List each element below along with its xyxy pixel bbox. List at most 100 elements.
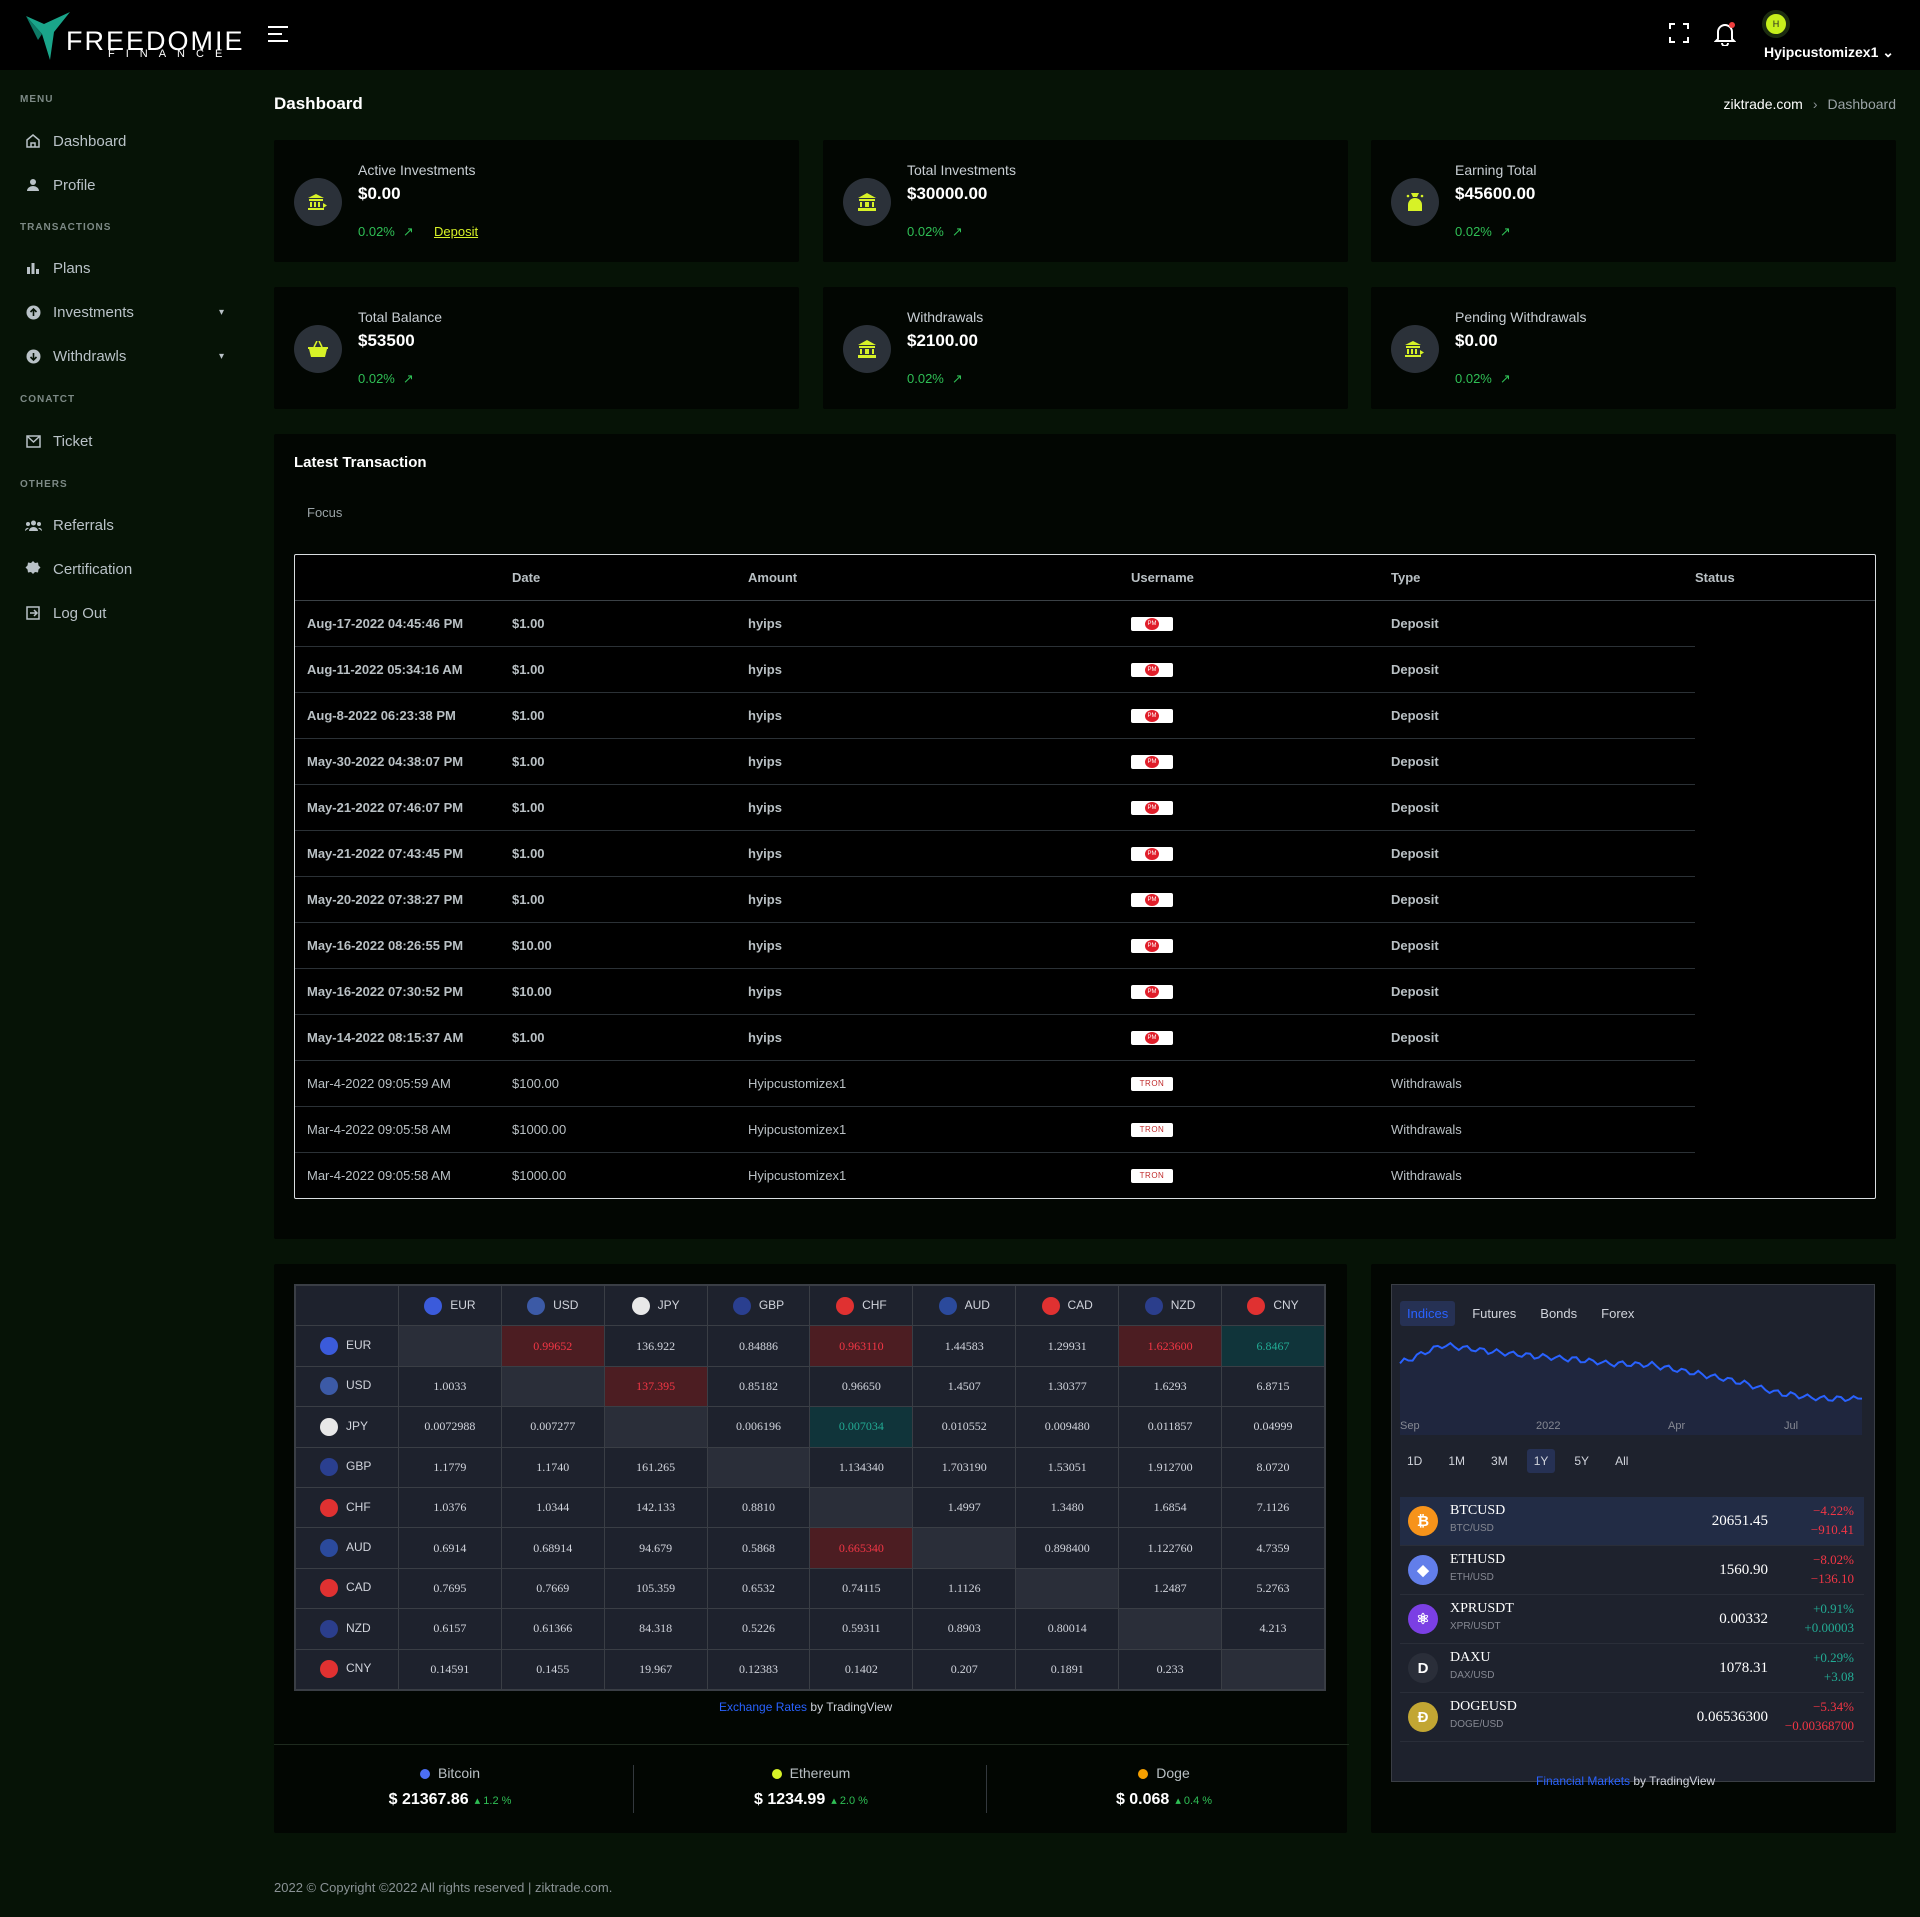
fx-cell[interactable]: 6.8715: [1221, 1365, 1325, 1408]
fx-cell[interactable]: 105.359: [603, 1567, 708, 1610]
breadcrumb-site[interactable]: ziktrade.com: [1723, 96, 1802, 112]
fx-cell[interactable]: 0.1402: [809, 1648, 914, 1691]
fx-cell[interactable]: 84.318: [603, 1608, 708, 1650]
market-row-btcusd[interactable]: ₿ BTCUSD BTC/USD 20651.45 −4.22% −910.41: [1400, 1497, 1864, 1546]
fx-cell[interactable]: 1.6293: [1118, 1365, 1223, 1408]
fx-cell[interactable]: 1.1779: [397, 1446, 502, 1488]
fx-cell[interactable]: 4.213: [1221, 1608, 1325, 1650]
fx-cell[interactable]: [706, 1446, 811, 1488]
fx-cell[interactable]: 0.74115: [809, 1567, 914, 1610]
range-1y[interactable]: 1Y: [1526, 1449, 1556, 1473]
range-all[interactable]: All: [1608, 1449, 1635, 1473]
fx-cell[interactable]: 1.1740: [500, 1446, 605, 1488]
fx-cell[interactable]: 6.8467: [1221, 1325, 1325, 1367]
fx-cell[interactable]: 1.0344: [500, 1486, 605, 1529]
range-5y[interactable]: 5Y: [1567, 1449, 1596, 1473]
fx-cell[interactable]: 0.0072988: [397, 1406, 502, 1448]
fx-cell[interactable]: 0.84886: [706, 1325, 811, 1367]
exchange-rates-link[interactable]: Exchange Rates: [719, 1700, 807, 1714]
fx-cell[interactable]: 1.122760: [1118, 1527, 1223, 1569]
range-1d[interactable]: 1D: [1400, 1449, 1429, 1473]
exchange-rates-widget[interactable]: EUR USD JPY GBP CHF AUD CAD NZD CNY EUR 0.99652 136…: [294, 1284, 1326, 1691]
fx-cell[interactable]: 0.6157: [397, 1608, 502, 1650]
fullscreen-icon[interactable]: [1668, 22, 1692, 46]
fx-cell[interactable]: 0.14591: [397, 1648, 502, 1691]
fx-cell[interactable]: [397, 1325, 502, 1367]
fx-cell[interactable]: 8.0720: [1221, 1446, 1325, 1488]
tab-focus[interactable]: Focus: [307, 505, 342, 520]
market-overview-widget[interactable]: Indices Futures Bonds Forex Sep 2022 Apr…: [1391, 1284, 1875, 1782]
fx-cell[interactable]: [809, 1486, 914, 1529]
fx-cell[interactable]: 1.0376: [397, 1486, 502, 1529]
fx-cell[interactable]: 161.265: [603, 1446, 708, 1488]
fx-cell[interactable]: 1.703190: [912, 1446, 1017, 1488]
fx-cell[interactable]: 136.922: [603, 1325, 708, 1367]
sidebar-item-investments[interactable]: Investments ▾: [24, 303, 224, 321]
fx-cell[interactable]: [603, 1406, 708, 1448]
fx-cell[interactable]: 94.679: [603, 1527, 708, 1569]
fx-cell[interactable]: 1.623600: [1118, 1325, 1223, 1367]
fx-cell[interactable]: 1.6854: [1118, 1486, 1223, 1529]
tab-bonds[interactable]: Bonds: [1533, 1301, 1584, 1326]
fx-cell[interactable]: 0.85182: [706, 1365, 811, 1408]
fx-cell[interactable]: 1.44583: [912, 1325, 1017, 1367]
fx-cell[interactable]: 0.5868: [706, 1527, 811, 1569]
fx-cell[interactable]: 0.04999: [1221, 1406, 1325, 1448]
range-3m[interactable]: 3M: [1484, 1449, 1515, 1473]
fx-cell[interactable]: 0.6532: [706, 1567, 811, 1610]
sidebar-item-logout[interactable]: Log Out: [24, 604, 224, 622]
sidebar-item-profile[interactable]: Profile: [24, 176, 224, 194]
fx-cell[interactable]: 1.2487: [1118, 1567, 1223, 1610]
fx-cell[interactable]: 1.912700: [1118, 1446, 1223, 1488]
fx-cell[interactable]: 0.99652: [500, 1325, 605, 1367]
fx-cell[interactable]: 0.007277: [500, 1406, 605, 1448]
sidebar-item-withdrawls[interactable]: Withdrawls ▾: [24, 347, 224, 365]
fx-cell[interactable]: 0.1891: [1015, 1648, 1120, 1691]
tab-indices[interactable]: Indices: [1400, 1301, 1456, 1326]
sidebar-item-plans[interactable]: Plans: [24, 259, 224, 277]
fx-cell[interactable]: 1.29931: [1015, 1325, 1120, 1367]
fx-cell[interactable]: 142.133: [603, 1486, 708, 1529]
market-row-daxu[interactable]: D DAXU DAX/USD 1078.31 +0.29% +3.08: [1400, 1644, 1864, 1693]
range-1m[interactable]: 1M: [1441, 1449, 1472, 1473]
fx-cell[interactable]: 1.134340: [809, 1446, 914, 1488]
fx-cell[interactable]: 0.8810: [706, 1486, 811, 1529]
fx-cell[interactable]: 0.8903: [912, 1608, 1017, 1650]
fx-cell[interactable]: 1.53051: [1015, 1446, 1120, 1488]
fx-cell[interactable]: 1.4507: [912, 1365, 1017, 1408]
sidebar-item-certification[interactable]: Certification: [24, 560, 224, 578]
tab-futures[interactable]: Futures: [1465, 1301, 1523, 1326]
fx-cell[interactable]: [1015, 1567, 1120, 1610]
fx-cell[interactable]: 0.665340: [809, 1527, 914, 1569]
fx-cell[interactable]: 0.59311: [809, 1608, 914, 1650]
fx-cell[interactable]: 4.7359: [1221, 1527, 1325, 1569]
fx-cell[interactable]: 0.011857: [1118, 1406, 1223, 1448]
fx-cell[interactable]: 0.233: [1118, 1648, 1223, 1691]
fx-cell[interactable]: 0.207: [912, 1648, 1017, 1691]
fx-cell[interactable]: 0.61366: [500, 1608, 605, 1650]
fx-cell[interactable]: 0.80014: [1015, 1608, 1120, 1650]
sidebar-item-ticket[interactable]: Ticket: [24, 432, 224, 450]
market-row-ethusd[interactable]: ◆ ETHUSD ETH/USD 1560.90 −8.02% −136.10: [1400, 1546, 1864, 1595]
fx-cell[interactable]: 0.96650: [809, 1365, 914, 1408]
fx-cell[interactable]: 1.30377: [1015, 1365, 1120, 1408]
fx-cell[interactable]: 0.7695: [397, 1567, 502, 1610]
market-row-xprusdt[interactable]: ⚛ XPRUSDT XPR/USDT 0.00332 +0.91% +0.00003: [1400, 1595, 1864, 1644]
fx-cell[interactable]: 19.967: [603, 1648, 708, 1691]
deposit-link[interactable]: Deposit: [434, 224, 478, 239]
fx-cell[interactable]: 0.898400: [1015, 1527, 1120, 1569]
fx-cell[interactable]: 0.7669: [500, 1567, 605, 1610]
fx-cell[interactable]: [500, 1365, 605, 1408]
sidebar-item-referrals[interactable]: Referrals: [24, 516, 224, 534]
fx-cell[interactable]: 0.68914: [500, 1527, 605, 1569]
logo[interactable]: FREEDOMIE FINANCE: [24, 10, 243, 62]
fx-cell[interactable]: 1.0033: [397, 1365, 502, 1408]
fx-cell[interactable]: 1.1126: [912, 1567, 1017, 1610]
menu-toggle-icon[interactable]: [268, 26, 288, 44]
fx-cell[interactable]: 137.395: [603, 1365, 708, 1408]
financial-markets-link[interactable]: Financial Markets: [1536, 1774, 1630, 1788]
tab-forex[interactable]: Forex: [1594, 1301, 1641, 1326]
fx-cell[interactable]: 1.3480: [1015, 1486, 1120, 1529]
fx-cell[interactable]: [912, 1527, 1017, 1569]
fx-cell[interactable]: 0.963110: [809, 1325, 914, 1367]
